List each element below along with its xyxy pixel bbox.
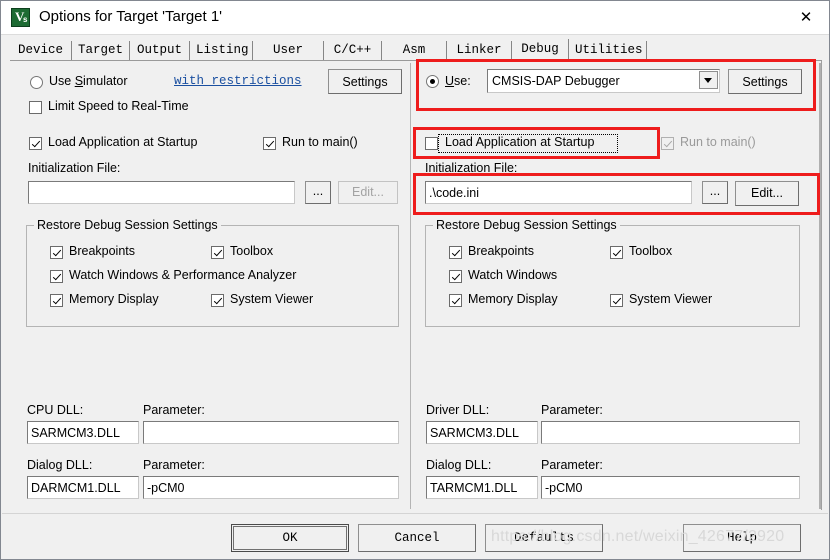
left-load-app-label[interactable]: Load Application at Startup	[48, 135, 197, 149]
options-dialog: Vs Options for Target 'Target 1' ✕ Devic…	[0, 0, 830, 560]
right-load-app-checkbox[interactable]	[425, 137, 438, 150]
use-debugger-radio[interactable]	[426, 75, 439, 88]
left-restore-memory-checkbox[interactable]	[50, 294, 63, 307]
right-browse-button[interactable]: ...	[702, 181, 728, 204]
left-restore-sysviewer-checkbox[interactable]	[211, 294, 224, 307]
tab-c-cpp[interactable]: C/C++	[324, 41, 382, 60]
chevron-down-icon[interactable]	[699, 71, 718, 89]
left-restore-breakpoints-checkbox[interactable]	[50, 246, 63, 259]
tab-linker[interactable]: Linker	[447, 41, 512, 60]
right-restore-watch-label[interactable]: Watch Windows	[468, 268, 557, 282]
left-run-to-main-label[interactable]: Run to main()	[282, 135, 358, 149]
driver-parameter-label: Parameter:	[541, 403, 603, 417]
debugger-select-value: CMSIS-DAP Debugger	[492, 74, 620, 88]
ok-button[interactable]: OK	[231, 524, 349, 552]
left-dialog-dll-label: Dialog DLL:	[27, 458, 93, 472]
left-edit-button[interactable]: Edit...	[338, 181, 398, 204]
right-init-file-label: Initialization File:	[425, 161, 518, 175]
right-restore-sysviewer-checkbox[interactable]	[610, 294, 623, 307]
tab-strip: Device Target Output Listing User C/C++ …	[10, 39, 822, 61]
close-icon[interactable]: ✕	[783, 1, 829, 34]
limit-speed-label[interactable]: Limit Speed to Real-Time	[48, 99, 189, 113]
left-dialog-parameter-label: Parameter:	[143, 458, 205, 472]
simulator-settings-button[interactable]: Settings	[328, 69, 402, 94]
help-button[interactable]: Help	[683, 524, 801, 552]
tab-device[interactable]: Device	[10, 41, 72, 60]
use-simulator-radio[interactable]	[30, 76, 43, 89]
right-restore-memory-label[interactable]: Memory Display	[468, 292, 558, 306]
tab-output[interactable]: Output	[130, 41, 190, 60]
right-dialog-dll-label: Dialog DLL:	[426, 458, 492, 472]
title-bar: Vs Options for Target 'Target 1' ✕	[1, 1, 829, 35]
right-dialog-parameter-label: Parameter:	[541, 458, 603, 472]
left-restore-watch-label[interactable]: Watch Windows & Performance Analyzer	[69, 268, 296, 282]
right-restore-toolbox-checkbox[interactable]	[610, 246, 623, 259]
left-load-app-checkbox[interactable]	[29, 137, 42, 150]
left-dialog-dll-input[interactable]: DARMCM1.DLL	[27, 476, 139, 499]
right-edit-button[interactable]: Edit...	[735, 181, 799, 206]
cpu-parameter-input[interactable]	[143, 421, 399, 444]
right-restore-memory-checkbox[interactable]	[449, 294, 462, 307]
right-dialog-dll-input[interactable]: TARMCM1.DLL	[426, 476, 538, 499]
driver-dll-label: Driver DLL:	[426, 403, 490, 417]
debugger-settings-button[interactable]: Settings	[728, 69, 802, 94]
tab-listing[interactable]: Listing	[190, 41, 253, 60]
defaults-button[interactable]: Defaults	[485, 524, 603, 552]
panel-divider	[410, 63, 411, 509]
use-debugger-label[interactable]: Use:	[445, 74, 471, 88]
page-title: Options for Target 'Target 1'	[39, 8, 223, 25]
tab-asm[interactable]: Asm	[382, 41, 447, 60]
right-load-app-label[interactable]: Load Application at Startup	[445, 135, 594, 149]
right-dialog-parameter-input[interactable]: -pCM0	[541, 476, 800, 499]
left-restore-sysviewer-label[interactable]: System Viewer	[230, 292, 313, 306]
debugger-select[interactable]: CMSIS-DAP Debugger	[487, 69, 720, 93]
left-init-file-label: Initialization File:	[28, 161, 121, 175]
left-restore-watch-checkbox[interactable]	[50, 270, 63, 283]
left-restore-toolbox-checkbox[interactable]	[211, 246, 224, 259]
panel-right-edge	[819, 63, 821, 509]
right-run-to-main-checkbox	[661, 137, 674, 150]
right-restore-breakpoints-label[interactable]: Breakpoints	[468, 244, 534, 258]
right-restore-toolbox-label[interactable]: Toolbox	[629, 244, 672, 258]
use-simulator-label[interactable]: Use Simulator	[49, 74, 128, 88]
right-restore-sysviewer-label[interactable]: System Viewer	[629, 292, 712, 306]
right-run-to-main-label: Run to main()	[680, 135, 756, 149]
cancel-button[interactable]: Cancel	[358, 524, 476, 552]
left-run-to-main-checkbox[interactable]	[263, 137, 276, 150]
tab-user[interactable]: User	[253, 41, 324, 60]
limit-speed-checkbox[interactable]	[29, 101, 42, 114]
driver-parameter-input[interactable]	[541, 421, 800, 444]
driver-dll-input[interactable]: SARMCM3.DLL	[426, 421, 538, 444]
tab-utilities[interactable]: Utilities	[569, 41, 647, 60]
with-restrictions-link[interactable]: with restrictions	[174, 74, 302, 88]
right-restore-group-title: Restore Debug Session Settings	[433, 218, 620, 232]
left-dialog-parameter-input[interactable]: -pCM0	[143, 476, 399, 499]
left-restore-toolbox-label[interactable]: Toolbox	[230, 244, 273, 258]
right-restore-breakpoints-checkbox[interactable]	[449, 246, 462, 259]
tab-debug[interactable]: Debug	[512, 39, 569, 60]
cpu-dll-label: CPU DLL:	[27, 403, 84, 417]
left-restore-memory-label[interactable]: Memory Display	[69, 292, 159, 306]
left-init-file-input[interactable]	[28, 181, 295, 204]
cpu-parameter-label: Parameter:	[143, 403, 205, 417]
right-restore-watch-checkbox[interactable]	[449, 270, 462, 283]
cpu-dll-input[interactable]: SARMCM3.DLL	[27, 421, 139, 444]
left-restore-group-title: Restore Debug Session Settings	[34, 218, 221, 232]
left-restore-breakpoints-label[interactable]: Breakpoints	[69, 244, 135, 258]
left-browse-button[interactable]: ...	[305, 181, 331, 204]
uvision-logo-icon: Vs	[11, 8, 30, 27]
tab-target[interactable]: Target	[72, 41, 130, 60]
right-init-file-input[interactable]: .\code.ini	[425, 181, 692, 204]
